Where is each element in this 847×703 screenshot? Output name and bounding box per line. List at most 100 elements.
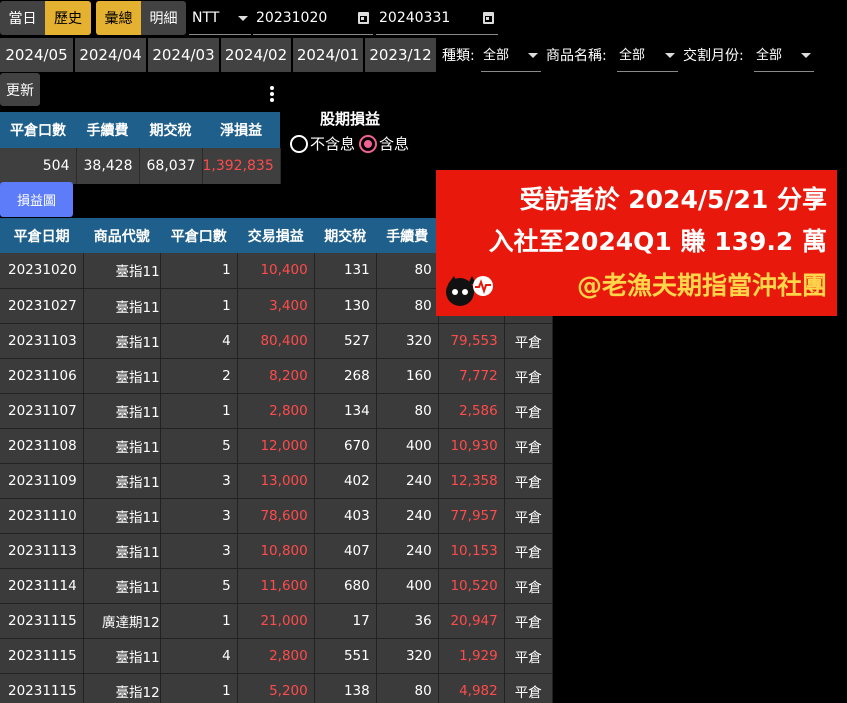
table-cell: 3	[160, 463, 238, 499]
month-label: 交割月份:	[683, 48, 744, 64]
detail-header: 平倉口數	[160, 218, 238, 253]
table-cell: 3	[160, 498, 238, 534]
range-toggle: 當日 歷史	[0, 1, 91, 35]
table-cell: 3	[160, 533, 238, 569]
table-cell: 80	[376, 393, 439, 429]
table-cell: 80	[376, 253, 439, 289]
table-cell: 138	[314, 673, 377, 703]
table-cell: 403	[314, 498, 377, 534]
type-select[interactable]: 全部	[481, 38, 541, 72]
table-cell: 12,358	[438, 463, 505, 499]
start-date-input[interactable]: 20231020	[253, 1, 373, 35]
table-cell: 臺指11	[83, 498, 161, 534]
product-select[interactable]: 全部	[617, 38, 678, 72]
month-button[interactable]: 2024/03	[148, 38, 219, 72]
detail-header: 平倉日期	[0, 218, 84, 253]
tab-summary[interactable]: 彙總	[96, 1, 141, 35]
fisherman-logo-icon	[446, 276, 493, 306]
table-cell: 131	[314, 253, 377, 289]
table-cell: 臺指12	[83, 673, 161, 703]
table-cell: 320	[376, 638, 439, 674]
table-cell: 400	[376, 568, 439, 604]
update-button[interactable]: 更新	[0, 73, 40, 106]
radio-checked-icon	[359, 134, 377, 153]
table-cell: 240	[376, 533, 439, 569]
table-cell: 1	[160, 603, 238, 639]
table-cell: 160	[376, 358, 439, 394]
table-cell: 20231114	[0, 568, 84, 604]
table-cell: 20231109	[0, 463, 84, 499]
table-cell: 4,982	[438, 673, 505, 703]
currency-select[interactable]: NTT	[189, 1, 251, 35]
table-cell: 1,929	[438, 638, 505, 674]
table-cell: 2,586	[438, 393, 505, 429]
table-cell: 1	[160, 253, 238, 289]
table-cell: 1	[160, 393, 238, 429]
month-button[interactable]: 2024/01	[293, 38, 363, 72]
table-cell: 臺指11	[83, 568, 161, 604]
tab-detail[interactable]: 明細	[141, 1, 186, 35]
radio-include-interest[interactable]: 含息	[359, 133, 409, 154]
table-cell: 臺指11	[83, 393, 161, 429]
table-cell: 20231115	[0, 673, 84, 703]
table-cell: 平倉	[504, 428, 553, 464]
chevron-down-icon	[528, 53, 538, 58]
table-cell: 8,200	[237, 358, 315, 394]
summary-value: 504	[0, 148, 77, 184]
end-date-input[interactable]: 20240331	[376, 1, 498, 35]
table-cell: 20231113	[0, 533, 84, 569]
table-cell: 320	[376, 323, 439, 359]
table-cell: 臺指11	[83, 253, 161, 289]
calendar-icon[interactable]	[483, 12, 494, 24]
start-date-value: 20231020	[256, 9, 328, 26]
month-button[interactable]: 2023/12	[365, 38, 436, 72]
month-button[interactable]: 2024/05	[0, 38, 73, 72]
table-cell: 268	[314, 358, 377, 394]
month-button[interactable]: 2024/04	[75, 38, 146, 72]
table-cell: 402	[314, 463, 377, 499]
table-cell: 551	[314, 638, 377, 674]
table-row: 20231106 臺指11 2 8,200 268 160 7,772 平倉	[0, 358, 553, 394]
table-cell: 臺指11	[83, 533, 161, 569]
table-row: 20231115 臺指11 4 2,800 551 320 1,929 平倉	[0, 638, 553, 674]
table-cell: 7,772	[438, 358, 505, 394]
table-row: 20231115 廣達期12 1 21,000 17 36 20,947 平倉	[0, 603, 553, 639]
table-cell: 1	[160, 288, 238, 324]
banner-line-2: 入社至2024Q1 賺 139.2 萬	[488, 227, 827, 256]
table-cell: 平倉	[504, 638, 553, 674]
tab-history[interactable]: 歷史	[45, 1, 91, 35]
detail-header: 手續費	[376, 218, 439, 253]
month-button[interactable]: 2024/02	[221, 38, 291, 72]
banner-line-1: 受訪者於 2024/5/21 分享	[519, 185, 827, 214]
table-cell: 廣達期12	[83, 603, 161, 639]
table-cell: 134	[314, 393, 377, 429]
table-cell: 平倉	[504, 603, 553, 639]
table-row: 20231109 臺指11 3 13,000 402 240 12,358 平倉	[0, 463, 553, 499]
more-options-icon[interactable]	[270, 86, 274, 104]
table-cell: 平倉	[504, 533, 553, 569]
table-row: 20231107 臺指11 1 2,800 134 80 2,586 平倉	[0, 393, 553, 429]
summary-header: 手續費	[76, 112, 139, 148]
summary-value: 38,428	[76, 148, 140, 184]
table-cell: 240	[376, 498, 439, 534]
table-cell: 平倉	[504, 673, 553, 703]
table-cell: 20231106	[0, 358, 84, 394]
table-cell: 21,000	[237, 603, 315, 639]
month-select[interactable]: 全部	[754, 38, 814, 72]
table-cell: 平倉	[504, 393, 553, 429]
table-cell: 10,930	[438, 428, 505, 464]
radio-exclude-interest[interactable]: 不含息	[290, 133, 355, 154]
summary-table: 平倉口數 手續費 期交稅 淨損益 504 38,428 68,037 1,392…	[0, 112, 281, 184]
pnl-chart-button[interactable]: 損益圖	[0, 182, 73, 217]
table-cell: 平倉	[504, 568, 553, 604]
tab-today[interactable]: 當日	[0, 1, 45, 35]
table-cell: 10,400	[237, 253, 315, 289]
month-value: 全部	[756, 48, 783, 63]
calendar-icon[interactable]	[358, 12, 369, 24]
table-cell: 20231108	[0, 428, 84, 464]
chevron-down-icon	[238, 16, 248, 21]
table-cell: 臺指11	[83, 463, 161, 499]
detail-header: 交易損益	[237, 218, 315, 253]
radio-label: 含息	[379, 135, 410, 153]
table-cell: 10,153	[438, 533, 505, 569]
